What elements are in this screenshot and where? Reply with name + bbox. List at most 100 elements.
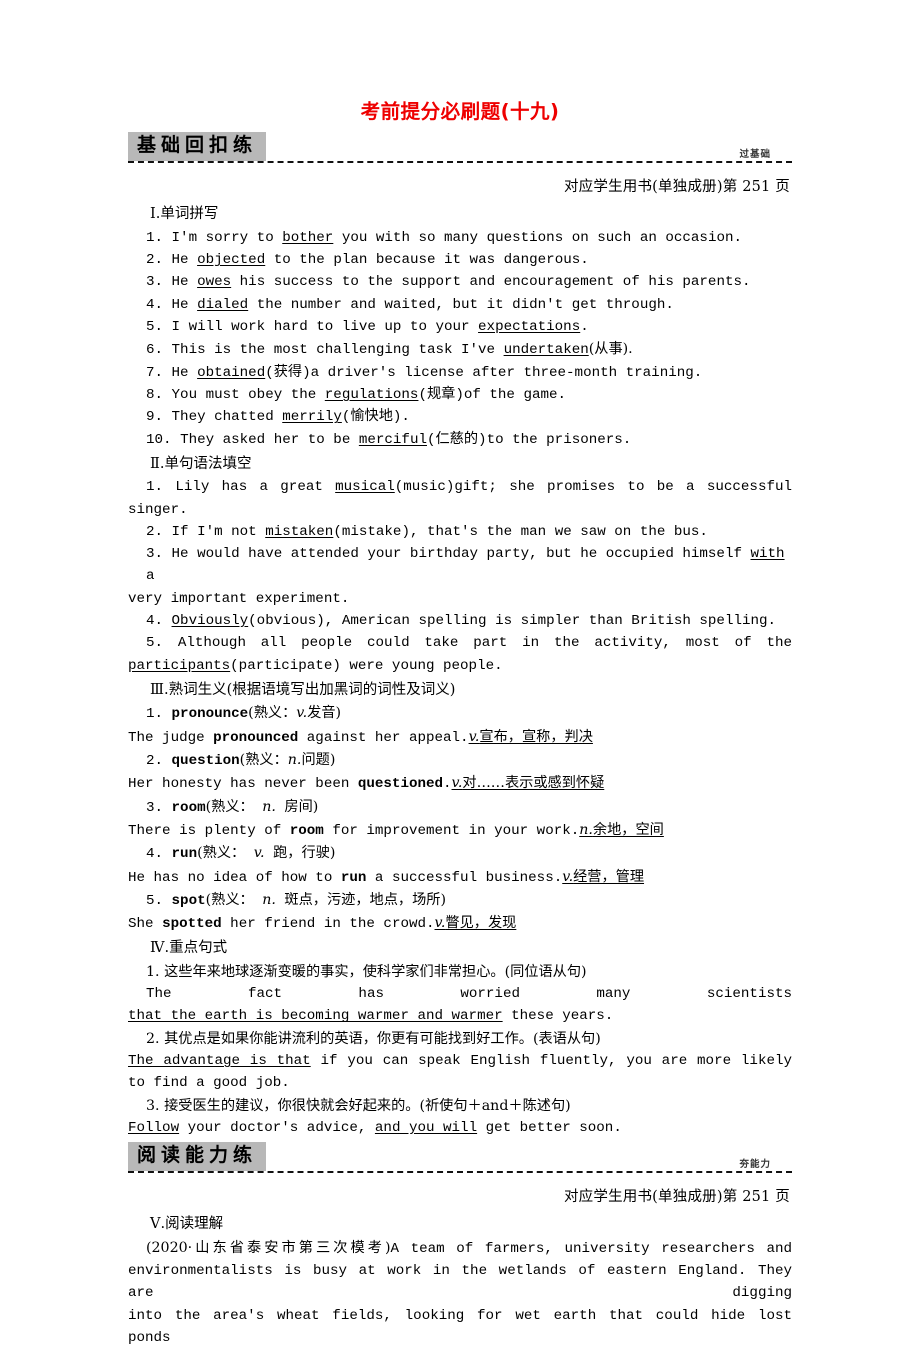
list-item-continuation: very important experiment.	[128, 590, 350, 607]
known-meaning: 跑，行驶)	[273, 845, 336, 862]
textbook-reference-2: 对应学生用书(单独成册)第 251 页	[563, 1189, 790, 1206]
item-text-pre: This is the most challenging task I've	[171, 342, 504, 359]
item-text-post: (obvious), American spelling is simpler …	[248, 613, 777, 630]
reading-passage-line: into the area's wheat fields, looking fo…	[128, 1307, 792, 1346]
english-answer-line: Follow your doctor's advice, and you wil…	[128, 1117, 792, 1139]
answer-blank: owes	[197, 274, 232, 291]
list-item: 9. They chatted merrily(愉快地).	[128, 406, 792, 428]
chinese-sentence: 其优点是如果你能讲流利的英语，你更有可能找到好工作。(表语从句)	[164, 1030, 601, 1047]
section-banner-basics: 基础回扣练 过基础	[128, 132, 792, 166]
list-item: 3. He would have attended your birthday …	[128, 543, 792, 588]
answer-blank: The advantage is that	[128, 1053, 311, 1070]
textbook-reference-1: 对应学生用书(单独成册)第 251 页	[563, 179, 790, 196]
passage-text: A team of farmers, university researcher…	[390, 1240, 793, 1257]
keyword-in-sentence: pronounced	[213, 729, 299, 746]
answer-blank: objected	[197, 252, 266, 269]
banner-label-basics: 基础回扣练	[128, 132, 267, 162]
answer-part-of-speech: v.	[562, 868, 574, 885]
answer-blank: and you will	[374, 1119, 478, 1136]
banner-dashed-rule	[128, 161, 792, 164]
list-item: 3. room(熟义： n. 房间)	[128, 796, 792, 819]
example-sentence: There is plenty of room for improvement …	[128, 819, 792, 842]
section-heading-4: Ⅳ.重点句式	[150, 940, 228, 957]
keyword: run	[171, 846, 198, 863]
answer-part-of-speech: v.	[434, 915, 446, 932]
item-number: 4.	[146, 296, 164, 313]
answer-blank: Follow	[128, 1119, 180, 1136]
page-title: 考前提分必刷题(十九)	[360, 100, 560, 123]
keyword: question	[171, 753, 240, 770]
answer-blank: v.经营，管理	[562, 868, 644, 886]
item-number: 2.	[146, 1030, 160, 1047]
chinese-prompt: 3. 接受医生的建议，你很快就会好起来的。(祈使句＋and＋陈述句)	[128, 1095, 792, 1117]
chinese-sentence: 这些年来地球逐渐变暖的事实，使科学家们非常担心。(同位语从句)	[164, 963, 587, 980]
known-meaning: 发音)	[307, 705, 342, 722]
item-number: 1.	[146, 963, 160, 980]
item-text-pre: They chatted	[171, 409, 283, 426]
list-item-continuation: singer.	[128, 501, 188, 518]
list-item: 5. I will work hard to live up to your e…	[128, 316, 792, 338]
reading-passage-line: (2020·山东省泰安市第三次模考)A team of farmers, uni…	[128, 1237, 792, 1260]
sentence-pre: She	[128, 916, 163, 933]
keyword: room	[171, 799, 206, 816]
part-of-speech: v.	[253, 845, 265, 862]
item-text-pre: If I'm not	[171, 523, 266, 540]
item-text-pre: Although all people could take part in t…	[177, 635, 792, 652]
page-content: 考前提分必刷题(十九) 基础回扣练 过基础 对应学生用书(单独成册)第 251 …	[128, 100, 792, 1349]
banner-tag-basics: 过基础	[736, 146, 774, 161]
item-number: 5.	[146, 319, 164, 336]
item-number: 3.	[146, 799, 164, 816]
item-text-pre: He	[171, 274, 198, 291]
item-text-post: (愉快地).	[341, 409, 410, 426]
gloss-label: (熟义：	[205, 891, 254, 908]
answer-blank: that the earth is becoming warmer and wa…	[128, 1008, 503, 1025]
sentence-post: for improvement in your work.	[323, 822, 580, 839]
keyword-in-sentence: room	[289, 822, 324, 839]
part-of-speech: v.	[296, 705, 308, 722]
english-answer-line: The advantage is that if you can speak E…	[128, 1050, 792, 1072]
answer-blank: merrily	[282, 409, 342, 426]
item-number: 5.	[146, 635, 164, 652]
answer-meaning: 瞥见，发现	[445, 915, 517, 932]
list-item: 8. You must obey the regulations(规章)of t…	[128, 384, 792, 406]
item-number: 3.	[146, 274, 164, 291]
exam-source: (2020·山东省泰安市第三次模考)	[146, 1239, 391, 1256]
english-answer-continuation: to find a good job.	[128, 1075, 290, 1092]
item-number: 4.	[146, 846, 164, 863]
item-number: 8.	[146, 386, 164, 403]
section-heading-3: Ⅲ.熟词生义(根据语境写出加黑词的词性及词义)	[150, 681, 456, 698]
item-number: 2.	[146, 523, 164, 540]
english-answer-line: that the earth is becoming warmer and wa…	[128, 1005, 792, 1027]
answer-meaning: 余地，空间	[592, 821, 664, 838]
answer-part-of-speech: v.	[468, 728, 480, 745]
item-text-pre: You must obey the	[171, 386, 325, 403]
item-text-post: (participate) were young people.	[230, 657, 503, 674]
example-sentence: Her honesty has never been questioned.v.…	[128, 772, 792, 795]
sentence-pre: There is plenty of	[128, 822, 290, 839]
answer-blank: v.宣布，宣称，判决	[468, 728, 593, 746]
answer-blank: n.余地，空间	[579, 821, 664, 839]
chinese-sentence: 接受医生的建议，你很快就会好起来的。(祈使句＋and＋陈述句)	[164, 1097, 571, 1114]
sentence-pre: Her honesty has never been	[128, 776, 358, 793]
item-text-pre: Lily has a great	[175, 479, 336, 496]
item-text-pre: I will work hard to live up to your	[171, 319, 479, 336]
item-text-post: a	[146, 568, 155, 585]
sentence-post: her friend in the crowd.	[221, 916, 435, 933]
reading-passage-line: environmentalists is busy at work in the…	[128, 1263, 792, 1302]
answer-blank: participants	[128, 657, 231, 674]
keyword: spot	[171, 892, 206, 909]
item-number: 3.	[146, 546, 164, 563]
chinese-prompt: 1. 这些年来地球逐渐变暖的事实，使科学家们非常担心。(同位语从句)	[128, 961, 792, 983]
item-text-pre: He	[171, 364, 198, 381]
item-number: 2.	[146, 753, 164, 770]
gloss-label: (熟义：	[239, 752, 288, 769]
banner-dashed-rule	[128, 1171, 792, 1174]
example-sentence: He has no idea of how to run a successfu…	[128, 866, 792, 889]
item-text-pre: He	[171, 296, 198, 313]
sentence-post: a successful business.	[366, 869, 563, 886]
keyword-in-sentence: run	[340, 869, 367, 886]
answer-part-of-speech: n.	[579, 821, 593, 838]
item-number: 6.	[146, 342, 164, 359]
worksheet-page: 考前提分必刷题(十九) 基础回扣练 过基础 对应学生用书(单独成册)第 251 …	[0, 0, 920, 1346]
item-text-pre: He	[171, 252, 198, 269]
